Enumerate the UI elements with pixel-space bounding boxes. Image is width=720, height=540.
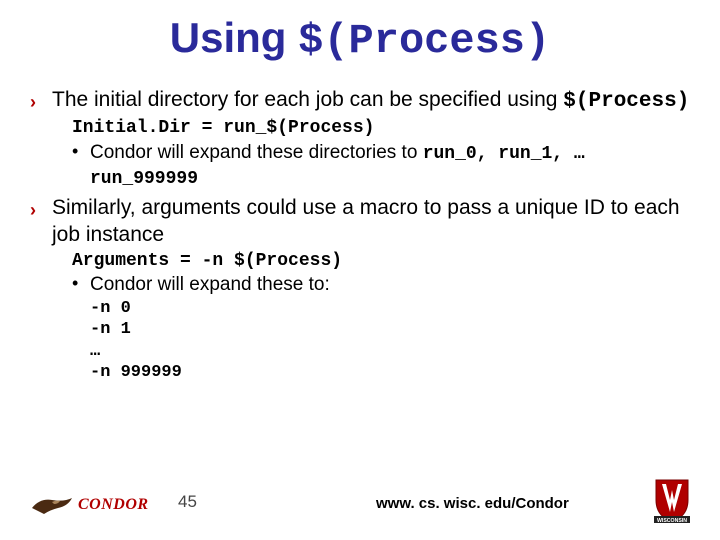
- bird-icon: [30, 494, 74, 516]
- expanded-1: -n 1: [90, 319, 690, 340]
- condor-label-rest: ONDOR: [89, 496, 148, 513]
- bullet-2-sub: Arguments = -n $(Process) • Condor will …: [72, 250, 690, 298]
- expanded-0: -n 0: [90, 298, 690, 319]
- bullet-2-text: Similarly, arguments could use a macro t…: [52, 195, 690, 248]
- bullet-1-text-a: The initial directory for each job can b…: [52, 88, 563, 111]
- title-mono: $(Process): [298, 17, 550, 65]
- condor-logo: CONDOR: [30, 494, 149, 516]
- bullet-1-dot: • Condor will expand these directories t…: [72, 141, 690, 192]
- chevron-icon: ›: [30, 195, 52, 222]
- bullet-1-dot-text-a: Condor will expand these directories to: [90, 142, 423, 163]
- bullet-1-mono: $(Process): [563, 90, 689, 113]
- wisconsin-crest-icon: WISCONSIN: [646, 472, 698, 524]
- slide-title: Using $(Process): [30, 14, 690, 65]
- slide-footer: CONDOR 45 www. cs. wisc. edu/Condor WISC…: [0, 472, 720, 530]
- bullet-1: › The initial directory for each job can…: [30, 87, 690, 115]
- bullet-1-code: Initial.Dir = run_$(Process): [72, 117, 690, 140]
- bullet-1-dot-text: Condor will expand these directories to …: [90, 141, 690, 192]
- bullet-1-sub: Initial.Dir = run_$(Process) • Condor wi…: [72, 117, 690, 191]
- bullet-2: › Similarly, arguments could use a macro…: [30, 195, 690, 248]
- condor-logo-text: CONDOR: [78, 496, 149, 514]
- wisc-label: WISCONSIN: [657, 518, 687, 524]
- expanded-2: …: [90, 341, 690, 362]
- slide-body: Using $(Process) › The initial directory…: [0, 0, 720, 383]
- dot-icon: •: [72, 141, 90, 163]
- footer-url: www. cs. wisc. edu/Condor: [376, 495, 569, 512]
- bullet-2-dot: • Condor will expand these to:: [72, 273, 690, 298]
- bullet-2-expanded: -n 0 -n 1 … -n 999999: [90, 298, 690, 383]
- dot-icon: •: [72, 273, 90, 295]
- chevron-icon: ›: [30, 87, 52, 114]
- slide-number: 45: [178, 492, 197, 512]
- expanded-3: -n 999999: [90, 362, 690, 383]
- bullet-1-text: The initial directory for each job can b…: [52, 87, 690, 115]
- bullet-2-dot-text: Condor will expand these to:: [90, 273, 690, 298]
- title-prefix: Using: [170, 14, 298, 61]
- bullet-2-code: Arguments = -n $(Process): [72, 250, 690, 273]
